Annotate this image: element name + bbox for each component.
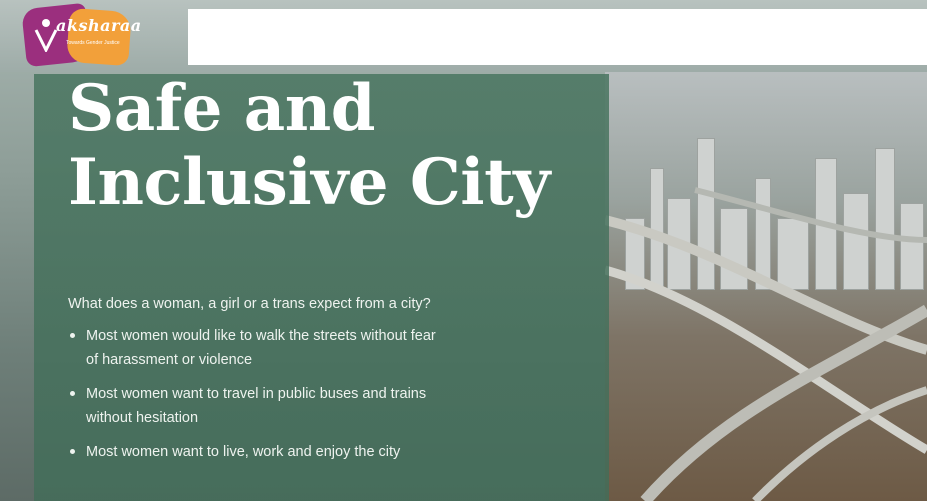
question-text: What does a woman, a girl or a trans exp…: [68, 296, 431, 312]
title-line-2: Inclusive City: [68, 145, 550, 220]
city-flyover-photo: [605, 70, 927, 501]
bullet-line: without hesitation: [86, 410, 199, 426]
flyover-roads: [605, 187, 927, 501]
slide-viewport: aksharaa Towards Gender Justice Safe and…: [0, 0, 927, 501]
aksharaa-logo[interactable]: aksharaa Towards Gender Justice: [21, 2, 141, 68]
bullet-item: Most women would like to walk the street…: [68, 324, 528, 372]
bullet-dot-icon: [70, 333, 75, 338]
slide-title: Safe and Inclusive City: [68, 72, 550, 220]
bullet-dot-icon: [70, 391, 75, 396]
bullet-list: Most women would like to walk the street…: [68, 324, 528, 464]
bullet-item: Most women want to live, work and enjoy …: [68, 440, 528, 464]
logo-tagline: Towards Gender Justice: [66, 40, 120, 46]
title-line-1: Safe and: [68, 71, 375, 146]
bullet-line: Most women want to travel in public buse…: [86, 386, 427, 402]
logo-brand-text: aksharaa: [56, 16, 142, 35]
bullet-line: of harassment or violence: [86, 352, 253, 368]
bullet-dot-icon: [70, 449, 75, 454]
bullet-line: Most women would like to walk the street…: [86, 328, 436, 344]
bullet-line: Most women want to live, work and enjoy …: [86, 444, 401, 460]
bullet-item: Most women want to travel in public buse…: [68, 382, 528, 430]
slide-body: What does a woman, a girl or a trans exp…: [68, 296, 528, 474]
address-bar[interactable]: [188, 9, 927, 65]
